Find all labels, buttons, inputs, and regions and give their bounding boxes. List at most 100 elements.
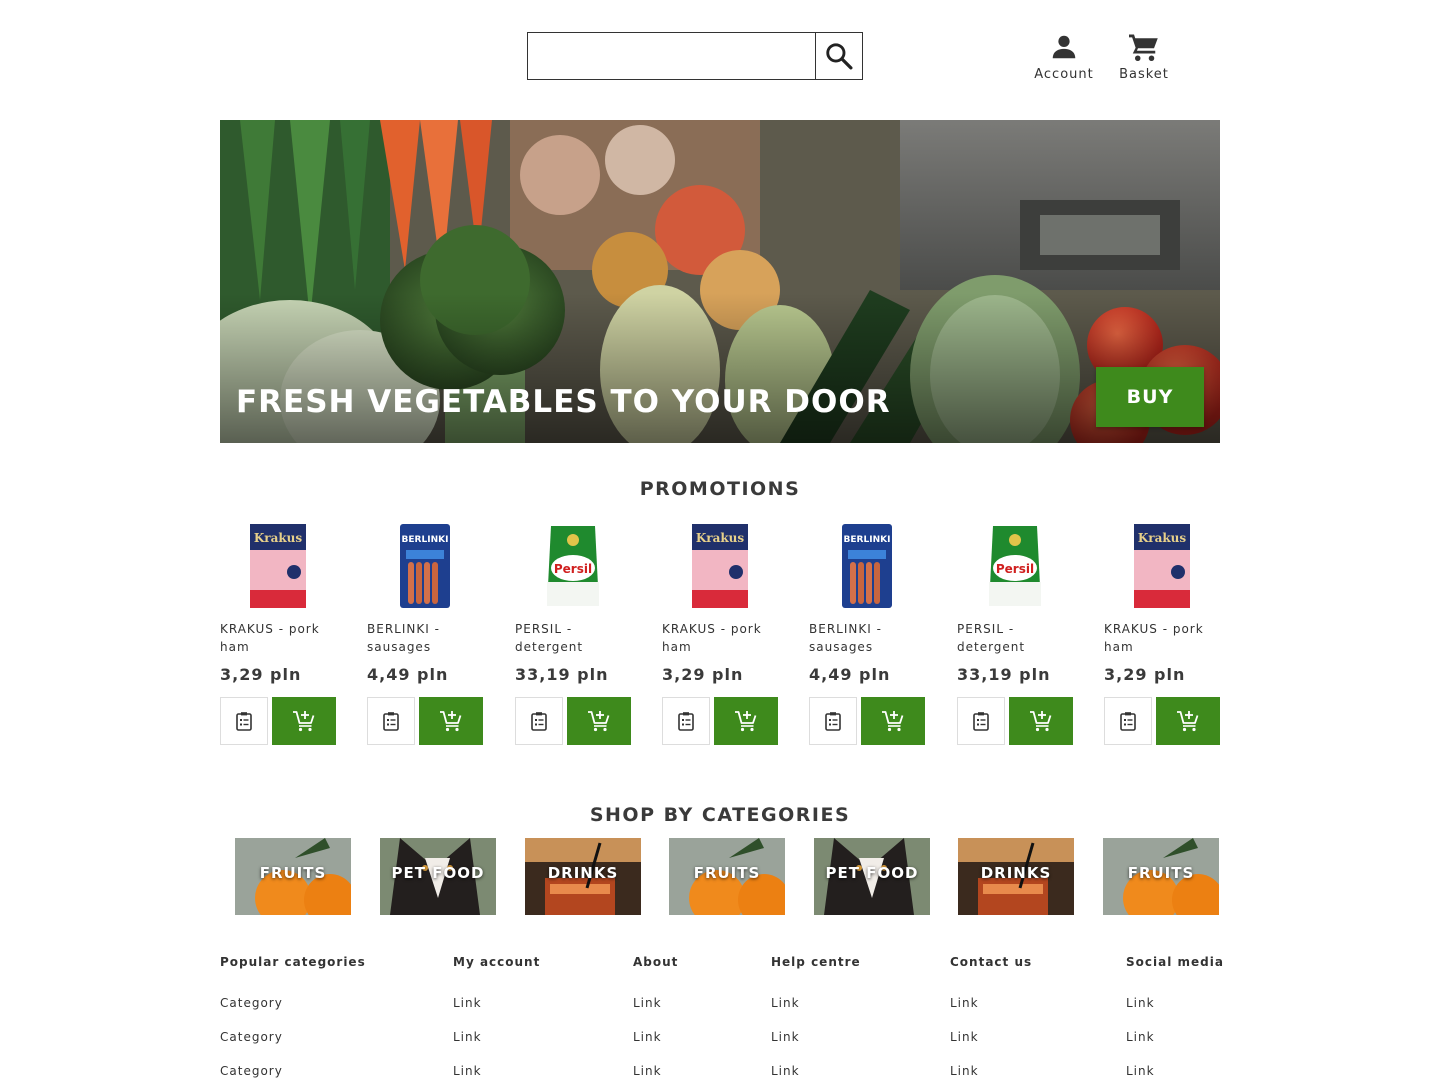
footer-link[interactable]: Link	[633, 1028, 678, 1062]
cart-icon	[1129, 34, 1158, 61]
add-to-list-button[interactable]	[220, 697, 268, 745]
product-image-berlinki: BERLINKI	[809, 522, 925, 610]
footer-column-popular-categories: Popular categories Category Category Cat…	[220, 955, 366, 1080]
add-to-list-button[interactable]	[809, 697, 857, 745]
category-label: PET FOOD	[391, 864, 485, 882]
svg-text:Krakus: Krakus	[254, 531, 303, 545]
product-card[interactable]: Persil PERSIL - detergent 33,19 pln	[515, 520, 631, 746]
search-input[interactable]	[528, 33, 815, 79]
product-price: 4,49 pln	[367, 665, 449, 684]
footer-link[interactable]: Category	[220, 1028, 366, 1062]
category-label: FRUITS	[259, 864, 327, 882]
product-name: KRAKUS - pork ham	[1104, 622, 1204, 654]
category-label: DRINKS	[980, 864, 1052, 882]
add-to-cart-button[interactable]	[714, 697, 778, 745]
product-price: 3,29 pln	[220, 665, 302, 684]
add-to-cart-button[interactable]	[272, 697, 336, 745]
product-image-persil: Persil	[957, 522, 1073, 610]
search-button[interactable]	[815, 33, 862, 79]
footer-link[interactable]: Link	[950, 1062, 1032, 1080]
add-to-cart-icon	[293, 711, 315, 732]
add-to-cart-icon	[882, 711, 904, 732]
footer-link[interactable]: Link	[771, 994, 861, 1028]
svg-text:Krakus: Krakus	[696, 531, 745, 545]
product-image-krakus: Krakus	[220, 522, 336, 610]
basket-button[interactable]: Basket	[1116, 32, 1172, 82]
category-tile-fruits[interactable]: FRUITS	[235, 838, 351, 915]
footer-heading: Help centre	[771, 955, 861, 969]
product-price: 3,29 pln	[662, 665, 744, 684]
add-to-list-button[interactable]	[957, 697, 1005, 745]
footer-heading: Contact us	[950, 955, 1033, 969]
svg-text:BERLINKI: BERLINKI	[844, 535, 891, 545]
footer-column-contact-us: Contact us Link Link Link	[950, 955, 1032, 1080]
add-to-list-button[interactable]	[515, 697, 563, 745]
product-name: KRAKUS - pork ham	[220, 622, 320, 654]
hero-overlay	[220, 293, 1220, 443]
promotions-title: PROMOTIONS	[639, 478, 801, 500]
category-tile-drinks[interactable]: DRINKS	[525, 838, 641, 915]
hero-buy-button[interactable]: BUY	[1096, 367, 1204, 427]
account-button[interactable]: Account	[1030, 32, 1098, 82]
product-card[interactable]: Krakus KRAKUS - pork ham 3,29 pln	[1104, 520, 1220, 746]
add-to-list-button[interactable]	[1104, 697, 1152, 745]
shopping-list-icon	[531, 712, 547, 731]
category-tile-drinks[interactable]: DRINKS	[958, 838, 1074, 915]
add-to-cart-button[interactable]	[1156, 697, 1220, 745]
product-card[interactable]: Persil PERSIL - detergent 33,19 pln	[957, 520, 1073, 746]
shopping-list-icon	[825, 712, 841, 731]
footer-link[interactable]: Category	[220, 994, 366, 1028]
product-card[interactable]: BERLINKI BERLINKI - sausages 4,49 pln	[809, 520, 925, 746]
footer-link[interactable]: Link	[633, 994, 678, 1028]
footer-column-social-media: Social media Link Link Link	[1126, 955, 1224, 1080]
add-to-cart-button[interactable]	[567, 697, 631, 745]
add-to-list-button[interactable]	[367, 697, 415, 745]
footer-link[interactable]: Link	[1126, 994, 1224, 1028]
footer-link[interactable]: Link	[771, 1028, 861, 1062]
product-price: 33,19 pln	[957, 665, 1051, 684]
product-name: BERLINKI - sausages	[809, 622, 882, 654]
footer-link[interactable]: Link	[1126, 1062, 1224, 1080]
categories-title: SHOP BY CATEGORIES	[589, 804, 851, 826]
footer-link[interactable]: Link	[633, 1062, 678, 1080]
footer-link[interactable]: Link	[1126, 1028, 1224, 1062]
svg-text:BERLINKI: BERLINKI	[402, 535, 449, 545]
footer-heading: Popular categories	[220, 955, 366, 969]
add-to-cart-icon	[588, 711, 610, 732]
category-tile-pet-food[interactable]: PET FOOD	[380, 838, 496, 915]
add-to-cart-icon	[440, 711, 462, 732]
product-price: 4,49 pln	[809, 665, 891, 684]
product-card[interactable]: Krakus KRAKUS - pork ham 3,29 pln	[662, 520, 778, 746]
add-to-cart-icon	[1030, 711, 1052, 732]
add-to-list-button[interactable]	[662, 697, 710, 745]
footer-link[interactable]: Link	[950, 1028, 1032, 1062]
product-price: 33,19 pln	[515, 665, 609, 684]
category-label: DRINKS	[547, 864, 619, 882]
add-to-cart-button[interactable]	[1009, 697, 1073, 745]
add-to-cart-button[interactable]	[861, 697, 925, 745]
product-price: 3,29 pln	[1104, 665, 1186, 684]
product-image-berlinki: BERLINKI	[367, 522, 483, 610]
add-to-cart-button[interactable]	[419, 697, 483, 745]
add-to-cart-icon	[735, 711, 757, 732]
footer-link[interactable]: Link	[771, 1062, 861, 1080]
footer-link[interactable]: Link	[453, 1062, 540, 1080]
category-tile-pet-food[interactable]: PET FOOD	[814, 838, 930, 915]
footer-link[interactable]: Link	[453, 994, 540, 1028]
category-tile-fruits[interactable]: FRUITS	[669, 838, 785, 915]
shopping-list-icon	[1120, 712, 1136, 731]
shopping-list-icon	[678, 712, 694, 731]
product-card[interactable]: BERLINKI BERLINKI - sausages 4,49 pln	[367, 520, 483, 746]
product-name: KRAKUS - pork ham	[662, 622, 762, 654]
search-icon	[826, 43, 853, 70]
category-tile-fruits[interactable]: FRUITS	[1103, 838, 1219, 915]
basket-label: Basket	[1119, 67, 1169, 82]
product-name: BERLINKI - sausages	[367, 622, 440, 654]
hero-title: FRESH VEGETABLES TO YOUR DOOR	[236, 384, 891, 420]
promotions-product-list: Krakus KRAKUS - pork ham 3,29 pln BERLIN…	[220, 520, 1220, 750]
footer-link[interactable]: Category	[220, 1062, 366, 1080]
person-icon	[1052, 35, 1076, 59]
footer-link[interactable]: Link	[453, 1028, 540, 1062]
footer-link[interactable]: Link	[950, 994, 1032, 1028]
product-card[interactable]: Krakus KRAKUS - pork ham 3,29 pln	[220, 520, 336, 746]
